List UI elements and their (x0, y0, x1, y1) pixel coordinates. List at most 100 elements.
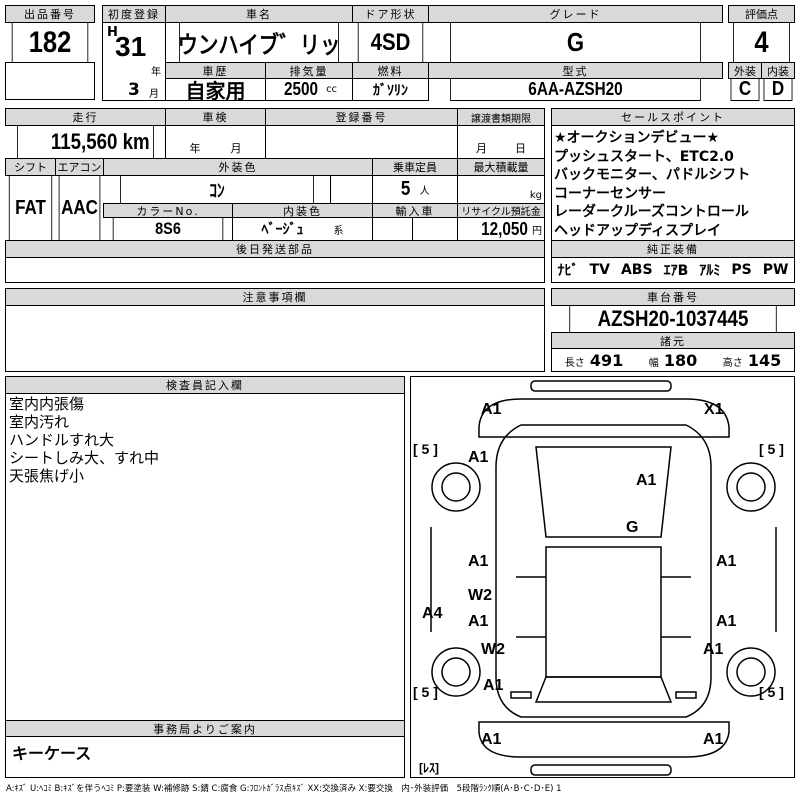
spare-tire: [ﾚｽ] (419, 761, 439, 775)
tire-tread: [ 5 ] (413, 441, 438, 457)
int-color-label: 内装色 (232, 203, 373, 218)
transfer: 月日 (457, 125, 545, 159)
equipment-item: TV (589, 262, 610, 278)
sales-points: ★オークションデビュー★ プッシュスタート、ETC2.0 バックモニター、パドル… (551, 125, 795, 241)
damage-mark: A1 (483, 677, 504, 694)
notes-label: 注意事項欄 (5, 288, 545, 306)
first-reg-value: H 31 年 3 月 (102, 22, 166, 101)
inspector-label: 検査員記入欄 (5, 376, 405, 394)
equipment: ﾅﾋﾞ TV ABS ｴｱB ｱﾙﾐ PS PW (551, 257, 795, 283)
height: 145 (747, 350, 782, 370)
ext-color-label: 外装色 (103, 158, 373, 176)
month-unit: 月 (149, 89, 159, 100)
damage-mark: A1 (468, 449, 489, 466)
car-name: クラウンハイブ゛リッド゛ (179, 22, 339, 63)
color-no: 8S6 (112, 217, 224, 241)
damage-mark: A1 (468, 553, 489, 570)
lot-blank (5, 62, 95, 100)
import-cell-2 (412, 217, 458, 241)
damage-mark: A1 (468, 613, 489, 630)
ext-score-label: 外装 (728, 62, 762, 79)
damage-mark: W2 (481, 641, 505, 658)
reg-month: 3 (128, 80, 140, 100)
history: 自家用 (165, 78, 266, 101)
ext-color-blank (330, 175, 373, 204)
recycle-value: 12,050 (481, 218, 528, 239)
notes (5, 305, 545, 372)
ext-color: ｺﾝ (120, 175, 314, 204)
shift: FAT (8, 175, 53, 241)
capacity-value: 5 (401, 178, 411, 200)
equipment-label: 純正装備 (551, 240, 795, 258)
sales-point: コーナーセンサー (554, 185, 666, 202)
damage-mark: G (626, 519, 639, 536)
sales-points-label: セールスポイント (551, 108, 795, 126)
import-label: 輸入車 (372, 203, 458, 218)
sales-point: プッシュスタート、ETC2.0 (554, 148, 734, 165)
grade: G (450, 22, 701, 63)
recycle-unit: 円 (532, 225, 542, 237)
car-diagram: A1 X1 A1 A1 G A1 A1 W2 A1 A1 A4 W2 A1 A1… (410, 376, 795, 778)
displacement: 2500 cc (265, 78, 353, 101)
import-cell-1 (372, 217, 413, 241)
recycle-label: リサイクル預託金 (457, 203, 545, 218)
max-load: kg (457, 175, 545, 204)
mileage-label: 走行 (5, 108, 166, 126)
specs-label: 諸元 (551, 332, 795, 349)
damage-mark: A1 (703, 731, 724, 748)
transfer-month-unit: 月 (476, 142, 487, 155)
inspection-label: 車検 (165, 108, 266, 126)
score-label: 評価点 (728, 5, 795, 23)
inspector-note: 室内汚れ (9, 413, 70, 431)
damage-mark: A4 (422, 605, 443, 622)
shift-label: シフト (5, 158, 56, 176)
damage-mark: W2 (468, 587, 492, 604)
chassis-label: 車台番号 (551, 288, 795, 306)
damage-mark: A1 (481, 401, 502, 418)
sales-point: ヘッドアップディスプレイ (554, 222, 722, 239)
ext-score: C (730, 78, 760, 101)
later-parts-label: 後日発送部品 (5, 240, 545, 258)
cc-unit: cc (326, 84, 338, 95)
tire-tread: [ 5 ] (759, 441, 784, 457)
lot-number: 182 (11, 22, 89, 63)
length-label: 長さ (564, 357, 585, 369)
history-label: 車歴 (165, 62, 266, 79)
sales-point: レーダークルーズコントロール (554, 204, 749, 220)
equipment-item: ｴｱB (663, 263, 689, 279)
tire-tread: [ 5 ] (413, 684, 438, 700)
ac: AAC (58, 175, 101, 241)
year-unit: 年 (151, 67, 161, 78)
door-label: ドア形状 (352, 5, 429, 23)
displacement-value: 2500 (283, 79, 318, 99)
inspector-note: 天張焦げ小 (9, 467, 85, 485)
fuel: ｶﾞｿﾘﾝ (352, 78, 429, 101)
int-color-suffix: 系 (333, 225, 344, 237)
max-load-label: 最大積載量 (457, 158, 545, 176)
color-no-label: カラーNo. (103, 203, 233, 218)
sales-point: ★オークションデビュー★ (554, 130, 720, 146)
width-label: 幅 (648, 357, 659, 369)
capacity-label: 乗車定員 (372, 158, 458, 176)
reg-no-label: 登録番号 (265, 108, 458, 126)
capacity-unit: 人 (419, 186, 430, 197)
length: 491 (589, 350, 624, 370)
legend: A:ｷｽﾞ U:ﾍｺﾐ B:ｷｽﾞを伴うﾍｺﾐ P:要塗装 W:補修跡 S:錆 … (6, 784, 562, 794)
inspection-month-unit: 月 (230, 142, 242, 155)
equipment-item: PS (731, 262, 752, 278)
inspector-note: ハンドルすれ大 (9, 431, 115, 449)
mileage: 115,560 km (17, 125, 154, 159)
door-type: 4SD (357, 22, 424, 63)
tire-tread: [ 5 ] (759, 684, 784, 700)
int-color: ﾍﾞｰｼﾞｭ 系 (232, 217, 373, 241)
recycle: 12,050 円 (457, 217, 545, 241)
lot-label: 出品番号 (5, 5, 95, 23)
equipment-item: ABS (620, 262, 653, 278)
fuel-label: 燃料 (352, 62, 429, 79)
damage-mark: A1 (716, 613, 737, 630)
transfer-day-unit: 日 (515, 142, 526, 155)
car-outline-icon (430, 380, 777, 776)
reg-year: 31 (115, 31, 147, 62)
inspector-notes: 室内内張傷 室内汚れ ハンドルすれ大 シートしみ大、すれ中 天張焦げ小 (5, 393, 405, 721)
int-score-label: 内装 (761, 62, 795, 79)
